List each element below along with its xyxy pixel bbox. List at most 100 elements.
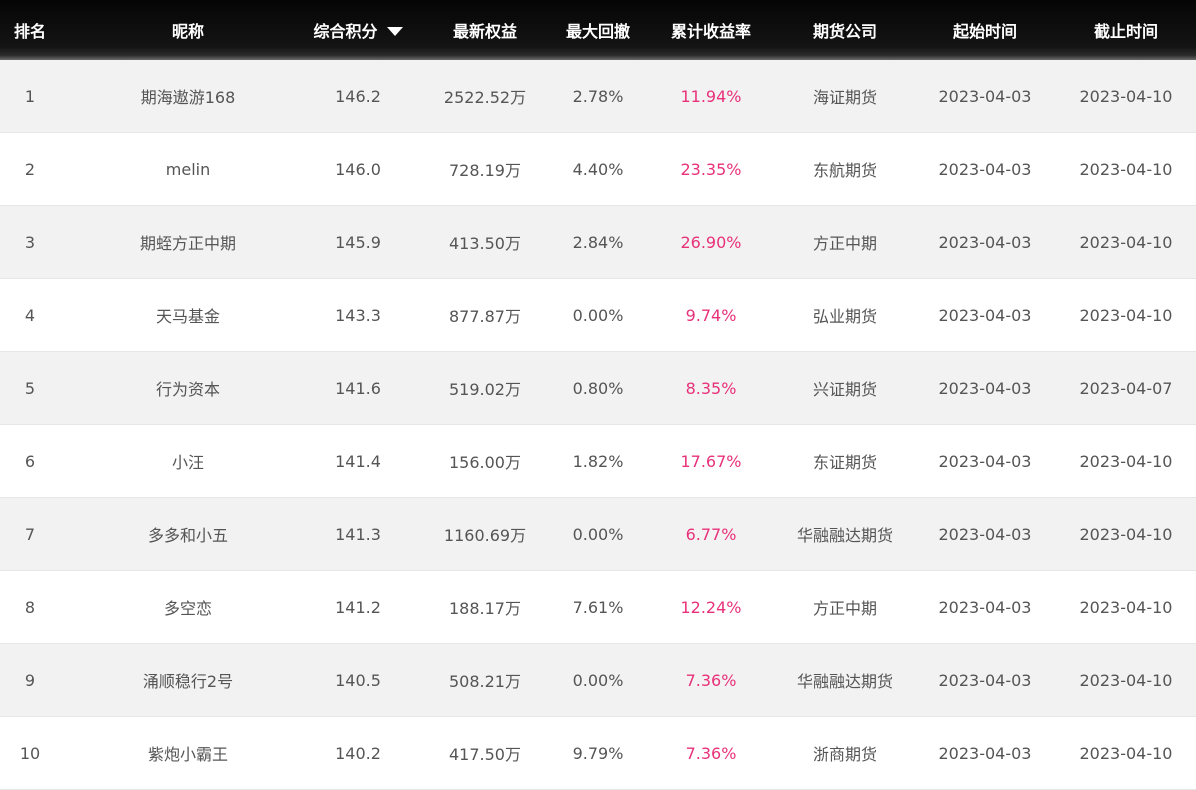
company-cell: 方正中期 bbox=[812, 599, 877, 618]
max-drawdown-cell: 2.78% bbox=[572, 86, 624, 106]
equity-cell: 1160.69万 bbox=[443, 526, 527, 545]
end-time-cell: 2023-04-07 bbox=[1079, 378, 1173, 398]
score-cell: 141.2 bbox=[335, 597, 381, 617]
score-cell: 141.3 bbox=[335, 524, 381, 544]
nickname-cell[interactable]: 涌顺稳行2号 bbox=[60, 668, 316, 692]
rank-cell: 2 bbox=[24, 159, 36, 179]
start-time-cell: 2023-04-03 bbox=[938, 232, 1032, 252]
start-time-cell: 2023-04-03 bbox=[938, 743, 1032, 763]
cumulative-return-cell: 6.77% bbox=[685, 524, 737, 544]
max-drawdown-cell: 0.00% bbox=[572, 670, 624, 690]
nickname-cell[interactable]: 小汪 bbox=[60, 449, 316, 473]
table-row[interactable]: 8 多空恋 141.2 188.17万 7.61% 12.24% 方正中期 20… bbox=[0, 571, 1196, 644]
header-equity[interactable]: 最新权益 bbox=[400, 0, 570, 60]
rank-cell: 9 bbox=[24, 670, 36, 690]
company-cell: 弘业期货 bbox=[812, 307, 877, 326]
end-time-cell: 2023-04-10 bbox=[1079, 743, 1173, 763]
company-cell: 海证期货 bbox=[812, 88, 877, 107]
score-cell: 141.6 bbox=[335, 378, 381, 398]
max-drawdown-cell: 0.80% bbox=[572, 378, 624, 398]
header-score-label: 综合积分 bbox=[313, 22, 378, 41]
cumulative-return-cell: 7.36% bbox=[685, 743, 737, 763]
nickname-cell[interactable]: 行为资本 bbox=[60, 376, 316, 400]
start-time-cell: 2023-04-03 bbox=[938, 597, 1032, 617]
header-rank[interactable]: 排名 bbox=[0, 0, 60, 60]
end-time-cell: 2023-04-10 bbox=[1079, 451, 1173, 471]
table-row[interactable]: 1 期海遨游168 146.2 2522.52万 2.78% 11.94% 海证… bbox=[0, 60, 1196, 133]
start-time-cell: 2023-04-03 bbox=[938, 159, 1032, 179]
rank-cell: 8 bbox=[24, 597, 36, 617]
nickname-cell[interactable]: 多空恋 bbox=[60, 595, 316, 619]
equity-cell: 877.87万 bbox=[449, 307, 521, 326]
equity-cell: 508.21万 bbox=[449, 672, 521, 691]
start-time-cell: 2023-04-03 bbox=[938, 378, 1032, 398]
table-row[interactable]: 10 紫炮小霸王 140.2 417.50万 9.79% 7.36% 浙商期货 … bbox=[0, 717, 1196, 790]
table-row[interactable]: 7 多多和小五 141.3 1160.69万 0.00% 6.77% 华融融达期… bbox=[0, 498, 1196, 571]
header-nickname[interactable]: 昵称 bbox=[60, 0, 316, 60]
table-row[interactable]: 2 melin 146.0 728.19万 4.40% 23.35% 东航期货 … bbox=[0, 133, 1196, 206]
table-row[interactable]: 6 小汪 141.4 156.00万 1.82% 17.67% 东证期货 202… bbox=[0, 425, 1196, 498]
equity-cell: 519.02万 bbox=[449, 380, 521, 399]
end-time-cell: 2023-04-10 bbox=[1079, 159, 1173, 179]
equity-cell: 156.00万 bbox=[449, 453, 521, 472]
rank-cell: 7 bbox=[24, 524, 36, 544]
table-row[interactable]: 4 天马基金 143.3 877.87万 0.00% 9.74% 弘业期货 20… bbox=[0, 279, 1196, 352]
table-row[interactable]: 3 期蛭方正中期 145.9 413.50万 2.84% 26.90% 方正中期… bbox=[0, 206, 1196, 279]
cumulative-return-cell: 8.35% bbox=[685, 378, 737, 398]
rank-cell: 5 bbox=[24, 378, 36, 398]
cumulative-return-cell: 23.35% bbox=[680, 159, 742, 179]
header-score-sortable[interactable]: 综合积分 bbox=[313, 0, 403, 60]
end-time-cell: 2023-04-10 bbox=[1079, 597, 1173, 617]
max-drawdown-cell: 2.84% bbox=[572, 232, 624, 252]
start-time-cell: 2023-04-03 bbox=[938, 86, 1032, 106]
nickname-cell[interactable]: 期蛭方正中期 bbox=[60, 230, 316, 254]
score-cell: 141.4 bbox=[335, 451, 381, 471]
rank-cell: 3 bbox=[24, 232, 36, 252]
company-cell: 东证期货 bbox=[812, 453, 877, 472]
company-cell: 兴证期货 bbox=[812, 380, 877, 399]
company-cell: 华融融达期货 bbox=[796, 526, 893, 545]
score-cell: 145.9 bbox=[335, 232, 381, 252]
rank-cell: 4 bbox=[24, 305, 36, 325]
score-cell: 140.2 bbox=[335, 743, 381, 763]
table-row[interactable]: 5 行为资本 141.6 519.02万 0.80% 8.35% 兴证期货 20… bbox=[0, 352, 1196, 425]
rank-cell: 10 bbox=[19, 743, 41, 763]
company-cell: 浙商期货 bbox=[812, 745, 877, 764]
end-time-cell: 2023-04-10 bbox=[1079, 524, 1173, 544]
start-time-cell: 2023-04-03 bbox=[938, 524, 1032, 544]
equity-cell: 413.50万 bbox=[449, 234, 521, 253]
cumulative-return-cell: 9.74% bbox=[685, 305, 737, 325]
nickname-cell[interactable]: 期海遨游168 bbox=[60, 84, 316, 108]
cumulative-return-cell: 17.67% bbox=[680, 451, 742, 471]
company-cell: 东航期货 bbox=[812, 161, 877, 180]
start-time-cell: 2023-04-03 bbox=[938, 451, 1032, 471]
header-max-drawdown[interactable]: 最大回撤 bbox=[566, 0, 630, 60]
cumulative-return-cell: 26.90% bbox=[680, 232, 742, 252]
rank-cell: 6 bbox=[24, 451, 36, 471]
ranking-table: 排名 昵称 综合积分 最新权益 最大回撤 累计收益率 期货公司 起始时间 截止时… bbox=[0, 0, 1196, 790]
max-drawdown-cell: 9.79% bbox=[572, 743, 624, 763]
nickname-cell[interactable]: 天马基金 bbox=[60, 303, 316, 327]
score-cell: 143.3 bbox=[335, 305, 381, 325]
nickname-cell[interactable]: 多多和小五 bbox=[60, 522, 316, 546]
header-end-time[interactable]: 截止时间 bbox=[1076, 0, 1176, 60]
table-header: 排名 昵称 综合积分 最新权益 最大回撤 累计收益率 期货公司 起始时间 截止时… bbox=[0, 0, 1196, 60]
rank-cell: 1 bbox=[24, 86, 36, 106]
nickname-cell[interactable]: melin bbox=[60, 160, 316, 179]
cumulative-return-cell: 7.36% bbox=[685, 670, 737, 690]
table-row[interactable]: 9 涌顺稳行2号 140.5 508.21万 0.00% 7.36% 华融融达期… bbox=[0, 644, 1196, 717]
score-cell: 146.0 bbox=[335, 159, 381, 179]
equity-cell: 2522.52万 bbox=[443, 88, 527, 107]
header-company[interactable]: 期货公司 bbox=[796, 0, 894, 60]
end-time-cell: 2023-04-10 bbox=[1079, 305, 1173, 325]
cumulative-return-cell: 12.24% bbox=[680, 597, 742, 617]
max-drawdown-cell: 1.82% bbox=[572, 451, 624, 471]
start-time-cell: 2023-04-03 bbox=[938, 305, 1032, 325]
header-cumulative-return[interactable]: 累计收益率 bbox=[626, 0, 796, 60]
company-cell: 方正中期 bbox=[812, 234, 877, 253]
equity-cell: 417.50万 bbox=[449, 745, 521, 764]
max-drawdown-cell: 7.61% bbox=[572, 597, 624, 617]
nickname-cell[interactable]: 紫炮小霸王 bbox=[60, 741, 316, 765]
company-cell: 华融融达期货 bbox=[796, 672, 893, 691]
header-start-time[interactable]: 起始时间 bbox=[894, 0, 1076, 60]
